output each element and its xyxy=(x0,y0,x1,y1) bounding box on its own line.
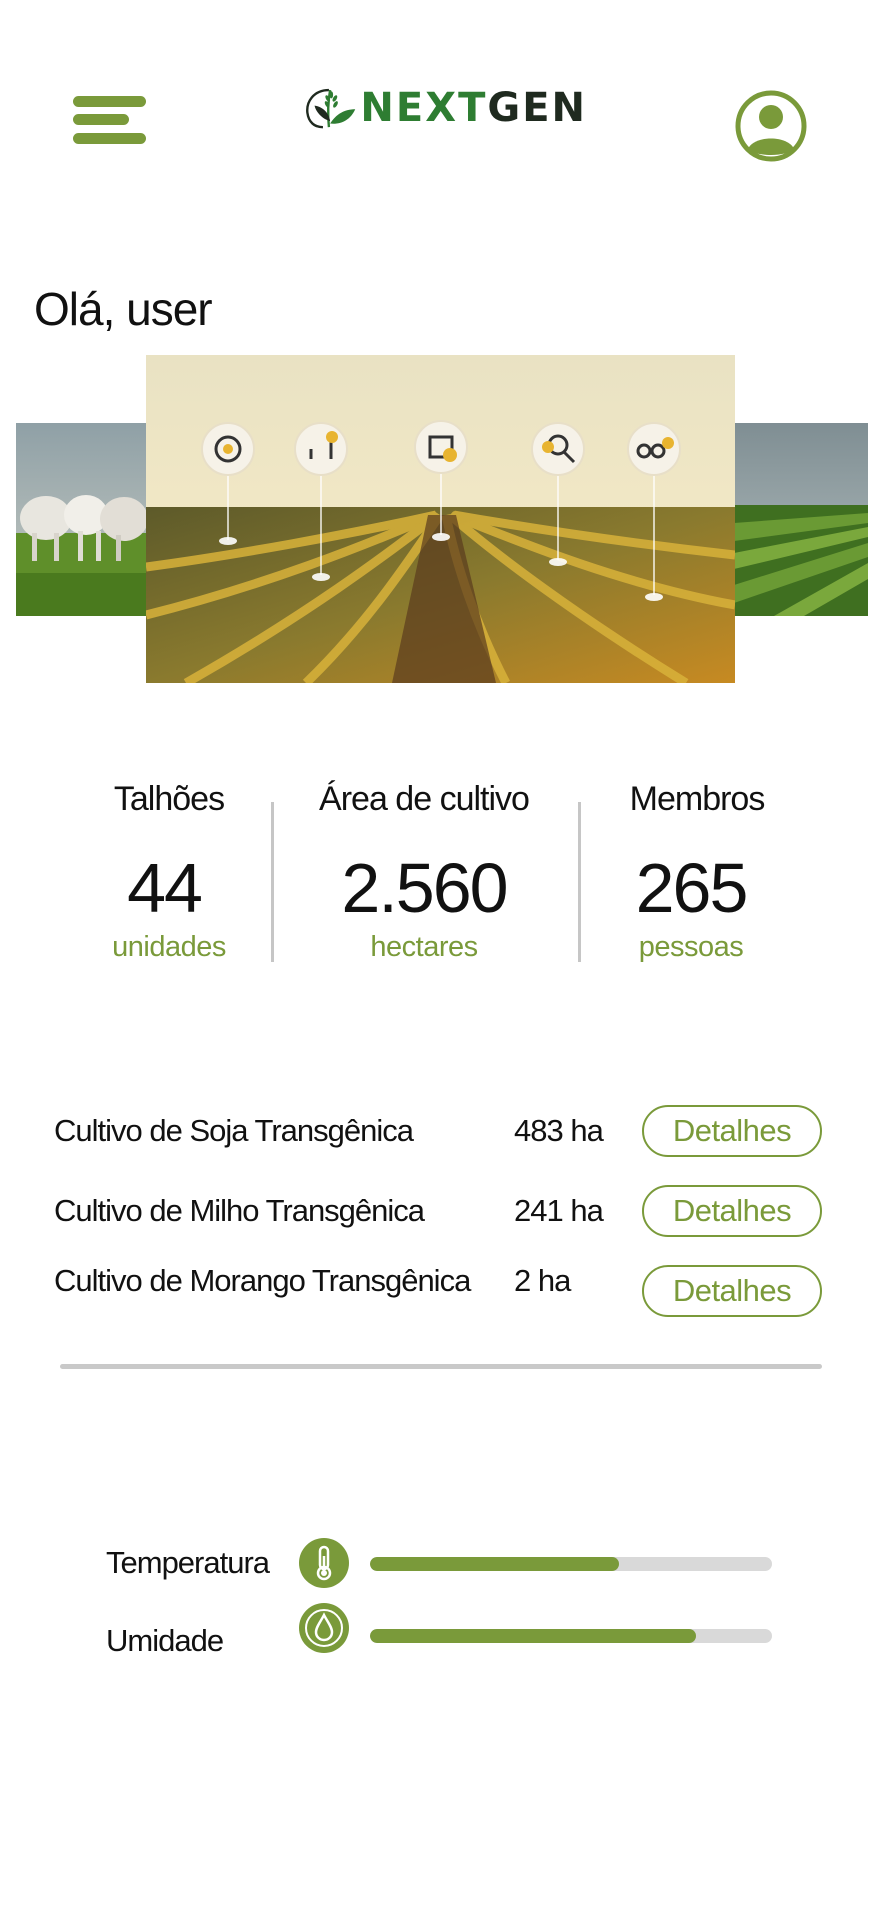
stat-value: 265 xyxy=(635,849,749,927)
crop-row: Cultivo de Milho Transgênica 241 ha Deta… xyxy=(54,1185,826,1241)
stat-unit: pessoas xyxy=(638,931,744,963)
green-crop-rows-image xyxy=(734,423,868,616)
crop-area: 241 ha xyxy=(514,1193,604,1228)
carousel-slide-active[interactable] xyxy=(146,355,735,683)
smart-farm-field-image xyxy=(146,355,735,683)
stat-talhoes: Talhões 44 unidades xyxy=(44,780,294,964)
stat-label: Membros xyxy=(629,780,766,818)
crop-name: Cultivo de Morango Transgênica xyxy=(54,1263,471,1298)
details-button[interactable]: Detalhes xyxy=(642,1105,822,1157)
logo-text-gen: GEN xyxy=(487,85,587,131)
stat-label: Talhões xyxy=(113,780,225,818)
section-divider xyxy=(60,1364,822,1369)
details-button[interactable]: Detalhes xyxy=(642,1265,822,1317)
stat-value: 44 xyxy=(127,849,203,927)
logo-text-next: NEXT xyxy=(360,85,488,131)
carousel-slide-right[interactable] xyxy=(734,423,868,616)
umidade-level-bar xyxy=(370,1629,772,1643)
stat-membros: Membros 265 pessoas xyxy=(572,780,822,964)
temperatura-level-bar xyxy=(370,1557,772,1571)
stat-divider xyxy=(271,802,274,962)
crop-name: Cultivo de Soja Transgênica xyxy=(54,1113,414,1148)
user-avatar-icon[interactable] xyxy=(734,89,808,163)
crop-row: Cultivo de Morango Transgênica 2 ha Deta… xyxy=(54,1263,826,1321)
carousel-slide-left[interactable] xyxy=(16,423,146,616)
crop-name: Cultivo de Milho Transgênica xyxy=(54,1193,425,1228)
nextgen-logo: NEXTGEN xyxy=(305,70,587,146)
leaf-logo-icon xyxy=(306,88,356,129)
crop-row: Cultivo de Soja Transgênica 483 ha Detal… xyxy=(54,1105,826,1161)
umidade-level-fill xyxy=(370,1629,696,1643)
cattle-pasture-image xyxy=(16,423,146,616)
stat-area: Área de cultivo 2.560 hectares xyxy=(299,780,549,964)
stat-value: 2.560 xyxy=(341,849,508,927)
crop-area: 2 ha xyxy=(514,1263,571,1298)
sensor-label-umidade: Umidade xyxy=(106,1623,224,1658)
details-button[interactable]: Detalhes xyxy=(642,1185,822,1237)
hamburger-menu-icon[interactable] xyxy=(73,96,146,144)
stat-label: Área de cultivo xyxy=(319,780,530,818)
temperatura-level-fill xyxy=(370,1557,620,1571)
crop-area: 483 ha xyxy=(514,1113,604,1148)
water-drop-icon xyxy=(299,1603,349,1653)
logo-text: NEXTGEN xyxy=(360,85,587,131)
sensor-label-temperatura: Temperatura xyxy=(106,1545,270,1580)
greeting-text: Olá, user xyxy=(34,283,213,335)
thermometer-icon xyxy=(299,1538,349,1588)
stat-unit: hectares xyxy=(370,931,478,963)
stat-unit: unidades xyxy=(112,931,226,963)
